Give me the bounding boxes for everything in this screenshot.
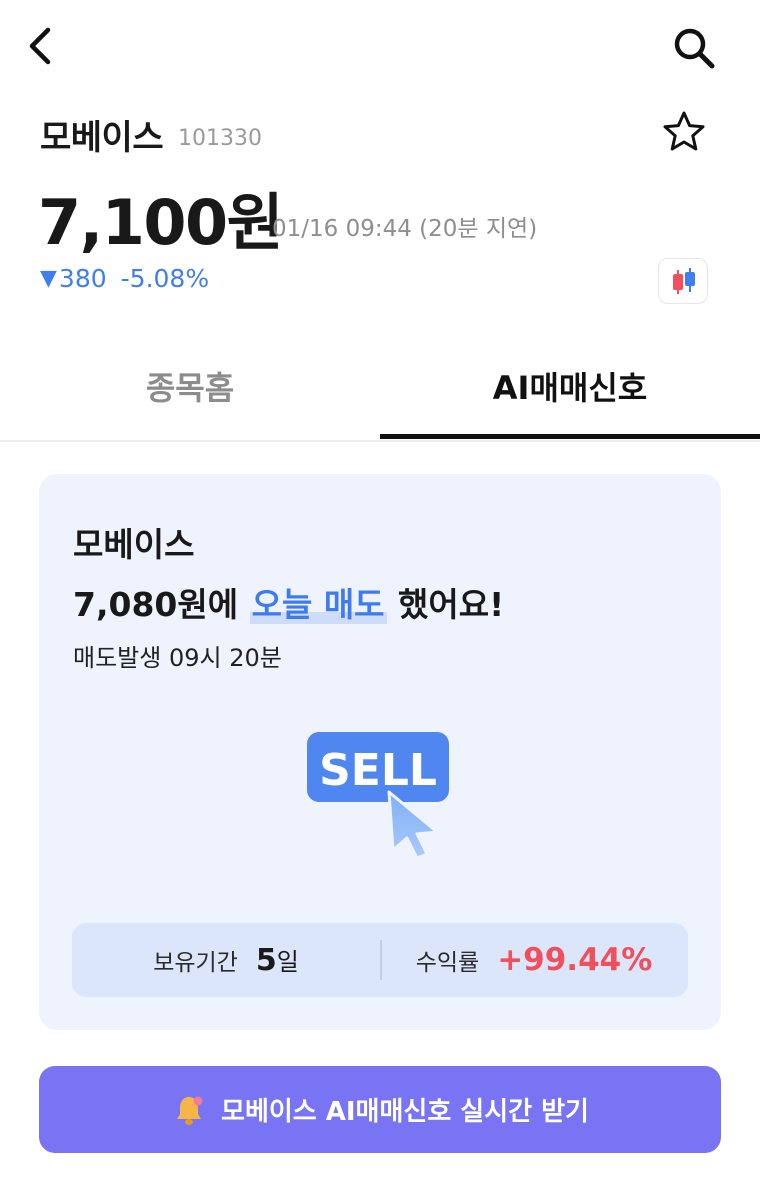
chart-button[interactable] [658, 258, 708, 304]
holding-period-unit: 일 [276, 948, 299, 976]
search-button[interactable] [668, 22, 720, 74]
back-button[interactable] [18, 22, 66, 70]
signal-price: 7,080원에 [73, 585, 239, 624]
holding-period-label: 보유기간 [153, 950, 238, 976]
return-rate-stat: 수익률 +99.44% [380, 923, 688, 997]
candlestick-icon [673, 268, 695, 294]
search-icon [674, 28, 715, 69]
signal-stats: 보유기간 5일 수익률 +99.44% [72, 923, 688, 997]
change-amount: 380 [58, 264, 107, 293]
holding-period-stat: 보유기간 5일 [72, 923, 380, 997]
active-tab-indicator [380, 434, 760, 439]
chevron-left-icon [29, 27, 51, 65]
signal-action: 오늘 매도 [249, 585, 387, 624]
stock-name: 모베이스 [40, 118, 164, 158]
return-rate-label: 수익률 [415, 950, 480, 976]
realtime-signal-button[interactable]: 모베이스 AI매매신호 실시간 받기 [39, 1066, 721, 1153]
return-rate-value: +99.44% [497, 942, 653, 978]
sell-badge-label: SELL [319, 745, 437, 796]
top-app-bar [0, 0, 760, 96]
star-outline-icon [663, 111, 705, 151]
tab-ai-signal[interactable]: AI매매신호 [380, 332, 760, 440]
favorite-button[interactable] [660, 108, 708, 156]
change-percent: -5.08% [120, 264, 210, 293]
price-change: ▼ 380 -5.08% [40, 264, 209, 293]
bell-icon [177, 1096, 203, 1125]
down-arrow-icon: ▼ [40, 266, 57, 291]
tab-stock-home[interactable]: 종목홈 [0, 332, 380, 440]
signal-headline: 7,080원에 오늘 매도 했어요! [73, 578, 504, 626]
price-timestamp: 01/16 09:44 (20분 지연) [272, 216, 538, 242]
signal-suffix: 했어요! [398, 585, 505, 624]
stock-code: 101330 [178, 126, 262, 151]
ai-signal-card: 모베이스 7,080원에 오늘 매도 했어요! 매도발생 09시 20분 SEL… [39, 474, 721, 1030]
signal-stock-name: 모베이스 [73, 525, 195, 564]
current-price: 7,100원 [38, 186, 284, 259]
signal-occurred-time: 매도발생 09시 20분 [73, 644, 282, 672]
tab-bar: 종목홈 AI매매신호 [0, 332, 760, 442]
holding-period-value: 5 [255, 943, 277, 978]
sell-illustration: SELL [305, 730, 455, 860]
realtime-signal-label: 모베이스 AI매매신호 실시간 받기 [221, 1097, 589, 1127]
